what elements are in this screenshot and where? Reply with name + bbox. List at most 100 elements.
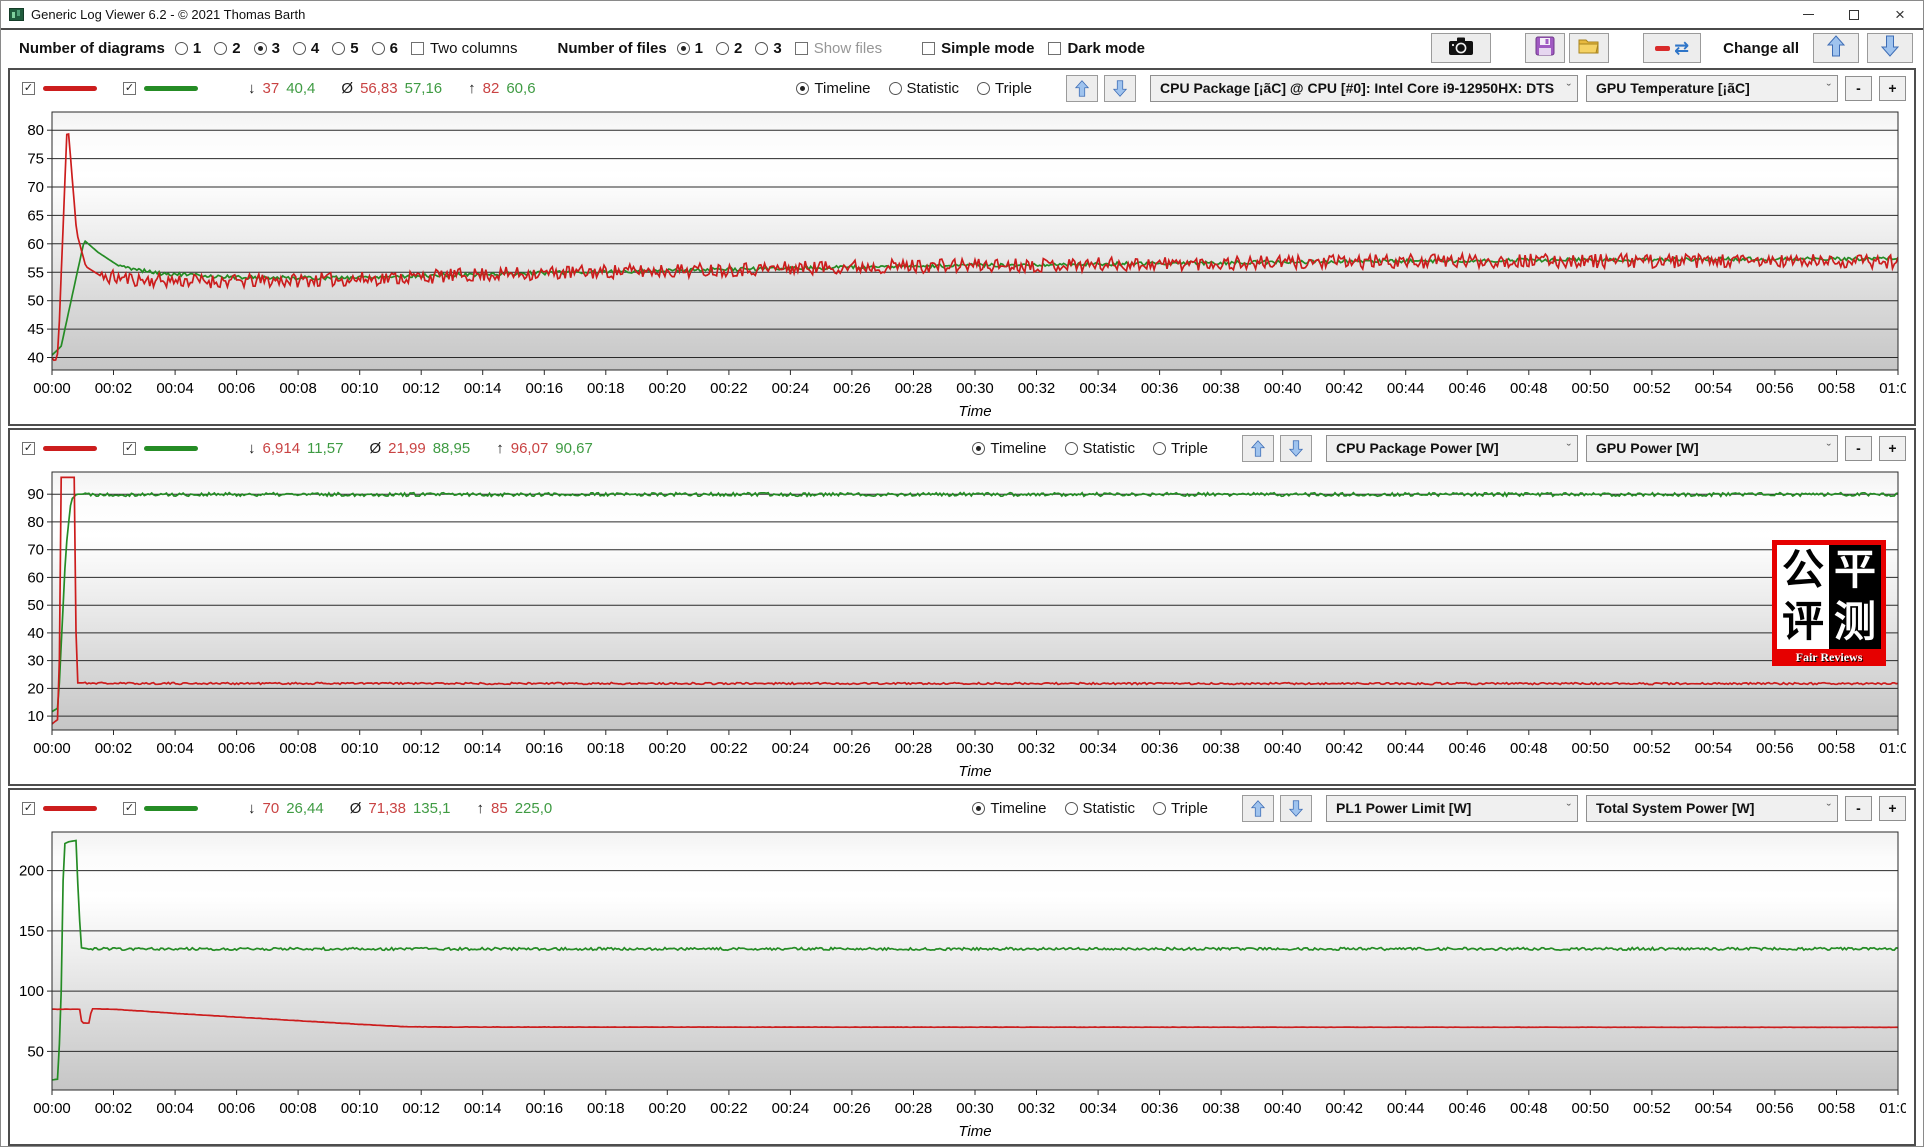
svg-text:00:18: 00:18 [587,1100,625,1117]
two-columns-checkbox[interactable]: Two columns [411,40,518,57]
checkbox-icon [1048,42,1061,55]
move-panel-up-button[interactable] [1066,75,1098,102]
enlarge-panel-button[interactable]: + [1879,436,1906,461]
dark-mode-checkbox[interactable]: Dark mode [1048,40,1145,57]
svg-text:00:50: 00:50 [1572,740,1610,757]
watermark-char: 平 [1829,545,1881,597]
enlarge-panel-button[interactable]: + [1879,796,1906,821]
diagram-panel-3: ✓ ✓ ↓7026,44 Ø71,38135,1 ↑85225,0 Timeli… [8,788,1916,1146]
move-panel-down-button[interactable] [1280,435,1312,462]
green-series-select[interactable]: GPU Temperature [¡ãC]ˇ [1586,75,1838,102]
max-icon: ↑ [496,440,504,457]
shrink-panel-button[interactable]: - [1845,436,1872,461]
svg-text:00:08: 00:08 [279,1100,317,1117]
red-series-swatch [43,86,97,91]
svg-text:00:48: 00:48 [1510,740,1548,757]
red-series-select[interactable]: CPU Package [¡ãC] @ CPU [#0]: Intel Core… [1150,75,1578,102]
shrink-panel-button[interactable]: - [1845,76,1872,101]
diagrams-radio-3[interactable]: 3 [254,40,280,57]
green-series-select[interactable]: Total System Power [W]ˇ [1586,795,1838,822]
save-button[interactable] [1525,33,1565,63]
move-panel-down-button[interactable] [1104,75,1136,102]
close-button[interactable]: × [1877,1,1923,28]
watermark-char: 公 [1777,545,1829,597]
files-radio-3[interactable]: 3 [755,40,781,57]
triple-radio[interactable]: Triple [977,80,1032,97]
maximize-button[interactable] [1831,1,1877,28]
svg-text:00:20: 00:20 [649,740,687,757]
radio-selected-icon [972,442,985,455]
svg-text:00:00: 00:00 [33,380,71,397]
number-of-diagrams-label: Number of diagrams [19,40,165,57]
simple-mode-checkbox[interactable]: Simple mode [922,40,1034,57]
diagram-panel-2: ✓ ✓ ↓6,91411,57 Ø21,9988,95 ↑96,0790,67 … [8,428,1916,786]
green-series-swatch [144,86,198,91]
files-radio-2[interactable]: 2 [716,40,742,57]
triple-radio[interactable]: Triple [1153,440,1208,457]
svg-text:00:42: 00:42 [1325,1100,1363,1117]
power-timeline-chart[interactable]: 10203040506070809000:0000:0200:0400:0600… [10,466,1906,784]
minimize-button[interactable] [1785,1,1831,28]
camera-icon [1448,35,1474,62]
svg-text:00:32: 00:32 [1018,1100,1056,1117]
svg-text:50: 50 [27,293,44,310]
arrow-up-icon [1827,35,1845,62]
statistic-radio[interactable]: Statistic [1065,440,1136,457]
radio-icon [175,42,188,55]
change-all-down-button[interactable] [1867,33,1913,63]
timeline-radio[interactable]: Timeline [972,440,1046,457]
triple-radio[interactable]: Triple [1153,800,1208,817]
svg-text:Time: Time [958,403,991,420]
timeline-radio[interactable]: Timeline [796,80,870,97]
swap-series-button[interactable]: ⇄ [1643,33,1701,63]
statistic-radio[interactable]: Statistic [1065,800,1136,817]
green-series-select[interactable]: GPU Power [W]ˇ [1586,435,1838,462]
avg-icon: Ø [341,80,353,97]
number-of-files-label: Number of files [557,40,666,57]
red-series-select[interactable]: PL1 Power Limit [W]ˇ [1326,795,1578,822]
timeline-radio[interactable]: Timeline [972,800,1046,817]
series2-visible-checkbox[interactable]: ✓ [123,442,136,455]
open-folder-button[interactable] [1569,33,1609,63]
screenshot-button[interactable] [1431,33,1491,63]
svg-text:45: 45 [27,321,44,338]
svg-text:00:22: 00:22 [710,740,748,757]
red-series-select[interactable]: CPU Package Power [W]ˇ [1326,435,1578,462]
svg-text:00:28: 00:28 [895,1100,933,1117]
svg-text:00:26: 00:26 [833,1100,871,1117]
series1-visible-checkbox[interactable]: ✓ [22,802,35,815]
change-all-up-button[interactable] [1813,33,1859,63]
chevron-down-icon: ˇ [1817,81,1831,96]
svg-text:00:34: 00:34 [1079,740,1117,757]
show-files-checkbox[interactable]: Show files [795,40,882,57]
svg-text:50: 50 [27,1043,44,1060]
move-panel-up-button[interactable] [1242,795,1274,822]
temperature-timeline-chart[interactable]: 40455055606570758000:0000:0200:0400:0600… [10,106,1906,424]
svg-text:00:04: 00:04 [156,1100,194,1117]
diagrams-radio-6[interactable]: 6 [372,40,398,57]
series2-visible-checkbox[interactable]: ✓ [123,82,136,95]
diagrams-radio-2[interactable]: 2 [214,40,240,57]
series2-visible-checkbox[interactable]: ✓ [123,802,136,815]
radio-icon [214,42,227,55]
toolbar: Number of diagrams 1 2 3 4 5 6 Two colum… [1,28,1923,66]
series1-visible-checkbox[interactable]: ✓ [22,442,35,455]
radio-icon [977,82,990,95]
enlarge-panel-button[interactable]: + [1879,76,1906,101]
series-stats: ↓6,91411,57 Ø21,9988,95 ↑96,0790,67 [248,440,619,457]
radio-icon [755,42,768,55]
move-panel-up-button[interactable] [1242,435,1274,462]
files-radio-1[interactable]: 1 [677,40,703,57]
chevron-down-icon: ˇ [1557,81,1571,96]
diagrams-radio-5[interactable]: 5 [332,40,358,57]
diagrams-radio-1[interactable]: 1 [175,40,201,57]
series1-visible-checkbox[interactable]: ✓ [22,82,35,95]
svg-text:00:58: 00:58 [1818,380,1856,397]
shrink-panel-button[interactable]: - [1845,796,1872,821]
diagrams-radio-4[interactable]: 4 [293,40,319,57]
move-panel-down-button[interactable] [1280,795,1312,822]
power-limit-timeline-chart[interactable]: 5010015020000:0000:0200:0400:0600:0800:1… [10,826,1906,1144]
statistic-radio[interactable]: Statistic [889,80,960,97]
svg-text:00:34: 00:34 [1079,1100,1117,1117]
svg-text:00:40: 00:40 [1264,1100,1302,1117]
